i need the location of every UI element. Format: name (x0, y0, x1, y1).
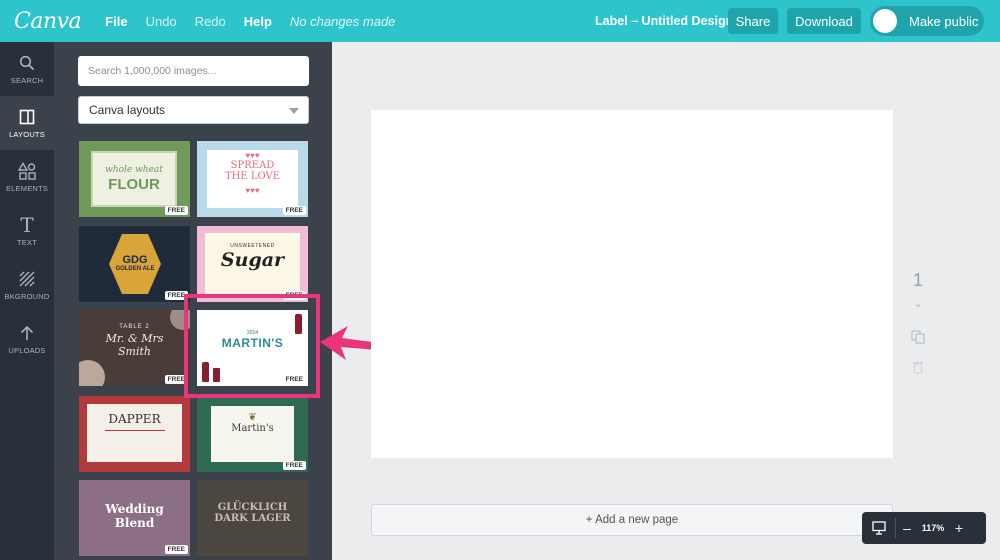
layout-thumb-golden-ale[interactable]: GDG GOLDEN ALE FREE (79, 226, 190, 302)
layouts-icon (17, 107, 37, 127)
thumb-text: DAPPER (108, 412, 161, 426)
rail-label: LAYOUTS (9, 130, 45, 139)
tool-rail: SEARCH LAYOUTS ELEMENTS T TEXT BKGROUND … (0, 42, 54, 560)
present-button[interactable] (862, 518, 896, 538)
thumb-frame: DAPPER (87, 404, 182, 462)
undo-button[interactable]: Undo (146, 14, 177, 29)
file-menu[interactable]: File (105, 14, 127, 29)
thumb-frame: UNSWEETENED Sugar (205, 233, 300, 295)
page-number: 1 (912, 270, 923, 290)
layout-thumb-wedding-blend[interactable]: Wedding Blend FREE (79, 480, 190, 556)
layout-thumb-dark-lager[interactable]: GLÜCKLICH DARK LAGER (197, 480, 308, 556)
selected-layout-highlight (184, 294, 320, 398)
layout-thumb-mr-mrs-smith[interactable]: TABLE 2 Mr. & Mrs Smith FREE (79, 310, 190, 386)
layout-thumb-martins-green[interactable]: ❦ Martin's FREE (197, 396, 308, 472)
thumb-text: Martin's (231, 423, 274, 434)
free-badge: FREE (164, 545, 188, 554)
thumb-text: whole wheat (105, 165, 163, 175)
upload-icon (17, 323, 37, 343)
search-icon (17, 53, 37, 73)
thumb-frame: ♥♥♥ SPREAD THE LOVE ♥♥♥ (207, 150, 298, 208)
design-canvas[interactable] (371, 110, 893, 458)
rail-item-search[interactable]: SEARCH (0, 42, 54, 96)
thumb-text: SPREAD (230, 160, 275, 171)
top-bar: Canva File Undo Redo Help No changes mad… (0, 0, 1000, 42)
rail-label: TEXT (17, 238, 37, 247)
text-icon: T (20, 213, 34, 237)
layout-thumb-sugar[interactable]: UNSWEETENED Sugar FREE (197, 226, 308, 302)
present-icon (871, 521, 886, 535)
free-badge: FREE (282, 461, 306, 470)
zoom-controls: – 117% + (862, 512, 986, 544)
zoom-level: 117% (921, 523, 945, 533)
heart-icon: ♥♥♥ (245, 186, 260, 195)
thumb-text: THE LOVE (224, 171, 281, 182)
thumb-text-block: GLÜCKLICH DARK LAGER (197, 502, 308, 524)
thumb-text-block: Wedding Blend (79, 502, 190, 530)
toggle-knob (873, 9, 897, 33)
trash-icon[interactable] (910, 360, 926, 374)
layout-thumb-dapper[interactable]: DAPPER FREE (79, 396, 190, 472)
rail-label: UPLOADS (8, 346, 46, 355)
elements-icon (17, 161, 37, 181)
redo-button[interactable]: Redo (195, 14, 226, 29)
thumb-text: Smith (118, 345, 151, 358)
chevron-down-icon[interactable]: ⌄ (910, 296, 926, 310)
thumb-text: Blend (114, 516, 155, 530)
zoom-in-button[interactable]: + (948, 520, 970, 536)
thumb-text: TABLE 2 (119, 324, 150, 330)
thumb-text: GDG (122, 254, 148, 266)
rail-item-background[interactable]: BKGROUND (0, 258, 54, 312)
rail-label: BKGROUND (4, 292, 50, 301)
rail-item-elements[interactable]: ELEMENTS (0, 150, 54, 204)
free-badge: FREE (164, 206, 188, 215)
flower-decoration (79, 360, 105, 386)
thumb-divider (104, 430, 165, 431)
download-button[interactable]: Download (787, 8, 861, 34)
free-badge: FREE (282, 206, 306, 215)
thumb-frame: ❦ Martin's (211, 406, 294, 462)
chevron-down-icon (289, 108, 299, 114)
thumb-text-block: TABLE 2 Mr. & Mrs Smith (79, 324, 190, 358)
heart-icon: ♥♥♥ (245, 151, 260, 160)
thumb-hexagon: GDG GOLDEN ALE (109, 234, 161, 294)
rail-item-uploads[interactable]: UPLOADS (0, 312, 54, 366)
thumb-text: Sugar (220, 249, 285, 271)
rail-label: ELEMENTS (5, 184, 49, 193)
design-title[interactable]: Label – Untitled Design (595, 14, 733, 28)
thumb-frame: whole wheat FLOUR (91, 151, 177, 207)
zoom-out-button[interactable]: – (896, 520, 918, 536)
rail-item-layouts[interactable]: LAYOUTS (0, 96, 54, 150)
thumb-text: Wedding (105, 502, 164, 516)
thumb-text: FLOUR (108, 176, 160, 193)
share-button[interactable]: Share (728, 8, 778, 34)
layout-thumb-flour[interactable]: whole wheat FLOUR FREE (79, 141, 190, 217)
rail-label: SEARCH (10, 76, 44, 85)
image-search-input[interactable] (78, 56, 309, 86)
layout-source-select[interactable]: Canva layouts (78, 96, 309, 124)
canva-logo[interactable]: Canva (14, 9, 82, 34)
make-public-label: Make public (909, 13, 979, 29)
save-status: No changes made (289, 13, 396, 29)
rail-item-text[interactable]: T TEXT (0, 204, 54, 258)
thumb-text: Mr. & Mrs (105, 332, 164, 345)
add-new-page-button[interactable]: + Add a new page (371, 504, 893, 536)
make-public-toggle[interactable]: Make public (870, 6, 984, 36)
thumb-text: GLÜCKLICH (217, 502, 288, 513)
background-icon (17, 269, 37, 289)
duplicate-page-icon[interactable] (910, 330, 926, 344)
layout-thumb-spread-the-love[interactable]: ♥♥♥ SPREAD THE LOVE ♥♥♥ FREE (197, 141, 308, 217)
thumb-text: DARK LAGER (214, 513, 291, 524)
grapes-icon: ❦ (248, 412, 257, 423)
help-menu[interactable]: Help (244, 14, 272, 29)
thumb-text: GOLDEN ALE (115, 266, 155, 272)
layout-select-value: Canva layouts (89, 103, 166, 117)
